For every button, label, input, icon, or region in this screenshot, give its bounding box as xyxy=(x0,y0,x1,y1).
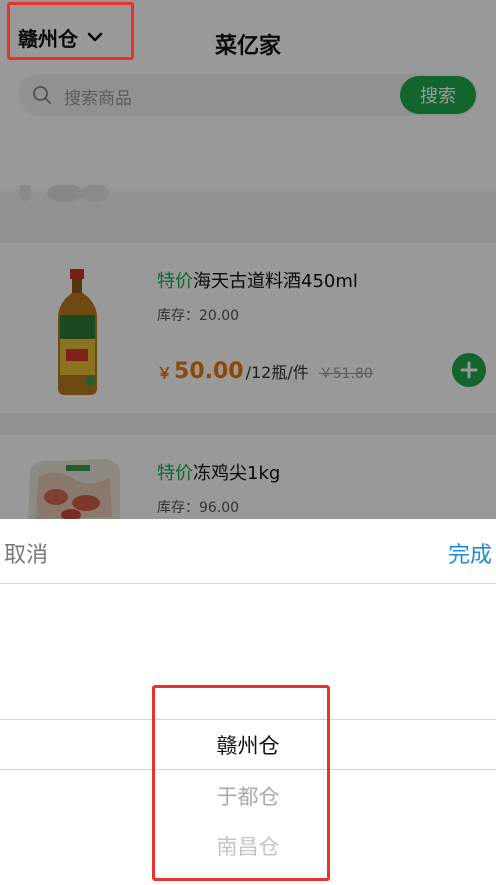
cancel-button[interactable]: 取消 xyxy=(4,537,48,569)
modal-backdrop[interactable] xyxy=(0,0,496,519)
annotation-highlight-options xyxy=(152,685,330,881)
annotation-highlight-warehouse xyxy=(7,2,134,60)
picker-toolbar: 取消 完成 xyxy=(0,519,496,584)
done-button[interactable]: 完成 xyxy=(448,537,492,569)
